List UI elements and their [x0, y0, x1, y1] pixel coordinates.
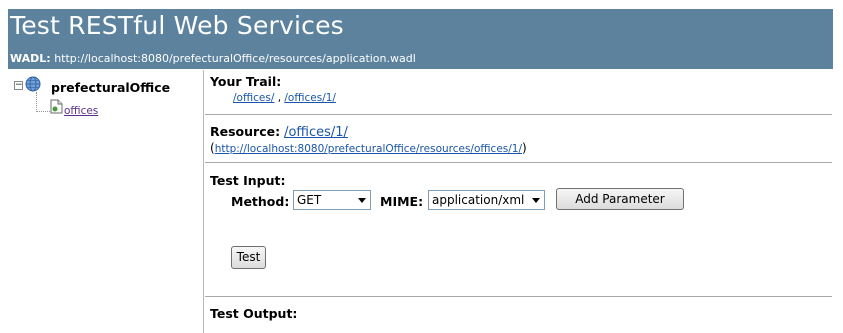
resource-url-line: (http://localhost:8080/prefecturalOffice… [210, 141, 527, 155]
chevron-down-icon [532, 198, 540, 203]
divider [205, 296, 832, 297]
divider [205, 162, 832, 163]
resource-line: Resource: /offices/1/ [210, 124, 348, 140]
chevron-down-icon [358, 198, 366, 203]
resource-tree: − prefecturalOffice offices [8, 70, 204, 333]
mime-select[interactable]: application/xml [428, 190, 545, 210]
divider [205, 114, 832, 115]
tree-item-offices[interactable]: offices [64, 105, 98, 117]
method-select-value: GET [297, 193, 322, 207]
header-bar: Test RESTful Web Services WADL: http://l… [8, 9, 833, 69]
tree-root-label[interactable]: prefecturalOffice [51, 80, 170, 95]
wadl-label: WADL: [10, 52, 51, 65]
trail-separator: , [277, 92, 282, 104]
resource-label: Resource: [210, 124, 281, 139]
trail-label: Your Trail: [210, 74, 282, 89]
page-icon [50, 99, 63, 114]
resource-path-link[interactable]: /offices/1/ [284, 125, 348, 140]
tree-connector-horizontal [36, 111, 50, 112]
mime-label: MIME: [380, 194, 424, 209]
resource-url-link[interactable]: http://localhost:8080/prefecturalOffice/… [215, 143, 522, 155]
close-paren: ) [522, 141, 527, 155]
method-label: Method: [231, 194, 290, 209]
wadl-url: http://localhost:8080/prefecturalOffice/… [54, 52, 416, 65]
trail-link-offices[interactable]: /offices/ [233, 92, 274, 104]
test-output-label: Test Output: [210, 306, 298, 321]
test-button[interactable]: Test [231, 246, 266, 269]
tree-connector-vertical [36, 92, 37, 112]
wadl-info: WADL: http://localhost:8080/prefecturalO… [10, 52, 416, 65]
trail-link-office-1[interactable]: /offices/1/ [284, 92, 336, 104]
add-parameter-button[interactable]: Add Parameter [556, 188, 684, 210]
trail-links: /offices/ , /offices/1/ [233, 92, 336, 104]
method-select[interactable]: GET [293, 190, 371, 210]
page-title: Test RESTful Web Services [10, 11, 344, 40]
globe-icon [25, 76, 41, 92]
tree-collapse-toggle[interactable]: − [14, 81, 23, 90]
mime-select-value: application/xml [432, 193, 525, 207]
test-input-label: Test Input: [210, 173, 286, 188]
